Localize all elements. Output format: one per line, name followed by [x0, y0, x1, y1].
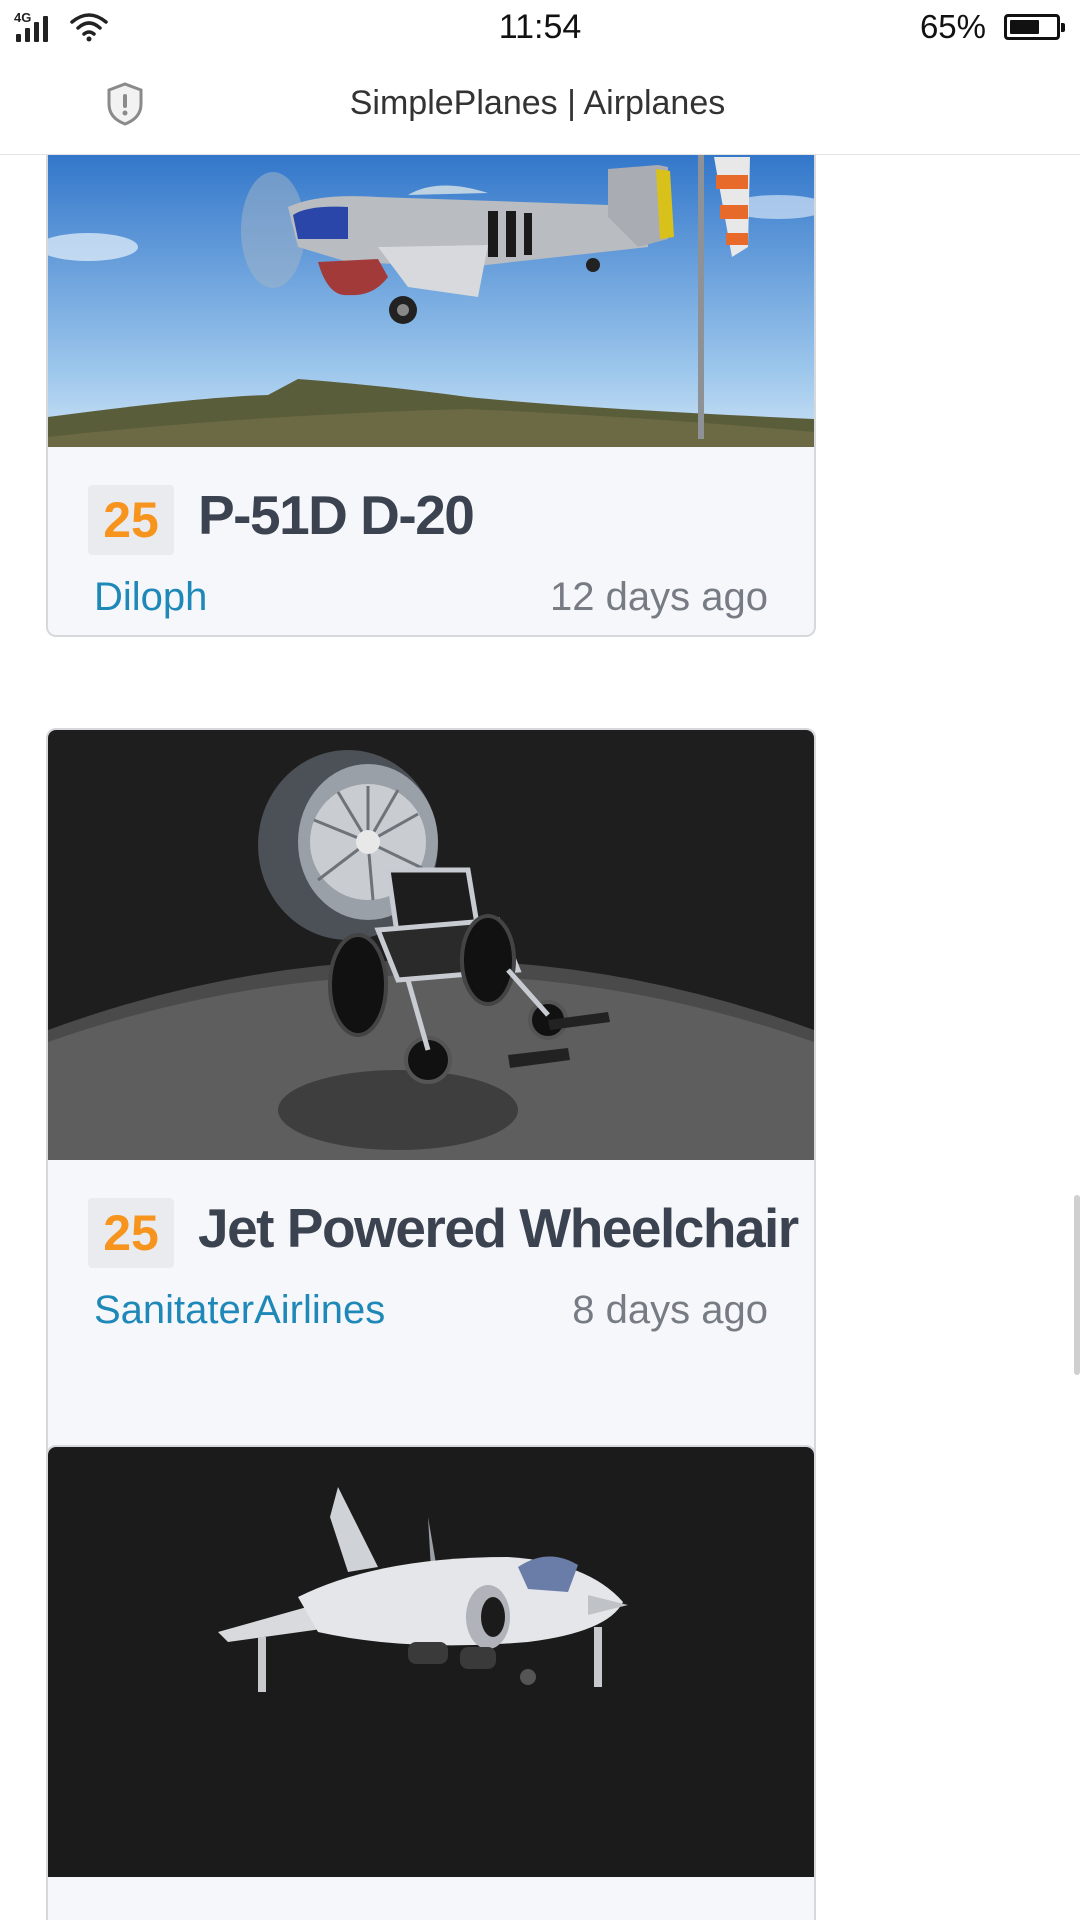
post-info: 25 P-51D D-20 Diloph 12 days ago — [48, 447, 814, 635]
post-card[interactable]: 25 P-51D D-20 Diloph 12 days ago — [46, 155, 816, 637]
battery-icon — [1004, 14, 1065, 40]
clock: 11:54 — [498, 8, 582, 46]
status-bar: 4G 11:54 65% — [0, 0, 1080, 58]
browser-title-bar: SimplePlanes | Airplanes — [0, 58, 1080, 155]
jet-wheelchair-image[interactable] — [48, 730, 814, 1160]
page-title: SimplePlanes | Airplanes — [349, 84, 726, 122]
scrollbar[interactable] — [1074, 1195, 1080, 1375]
battery-percent: 65% — [919, 8, 986, 45]
post-title[interactable]: P-51D D-20 — [198, 483, 475, 547]
airplane-feed: 25 P-51D D-20 Diloph 12 days ago 25 Jet … — [0, 155, 1080, 1920]
post-age: 12 days ago — [550, 575, 768, 619]
post-info: 25 Jet Powered Wheelchair SanitaterAirli… — [48, 1160, 814, 1350]
post-card[interactable] — [46, 1445, 816, 1920]
score-badge: 25 — [88, 1198, 174, 1268]
score-badge: 25 — [88, 485, 174, 555]
post-card[interactable]: 25 Jet Powered Wheelchair SanitaterAirli… — [46, 728, 816, 1510]
author-link[interactable]: SanitaterAirlines — [94, 1288, 385, 1333]
post-title[interactable]: Jet Powered Wheelchair — [198, 1196, 799, 1260]
post-age: 8 days ago — [572, 1288, 768, 1332]
author-link[interactable]: Diloph — [94, 575, 207, 620]
p51-plane-image[interactable] — [48, 155, 814, 447]
battery-level — [1010, 20, 1039, 34]
harrier-jet-image[interactable] — [48, 1447, 814, 1877]
